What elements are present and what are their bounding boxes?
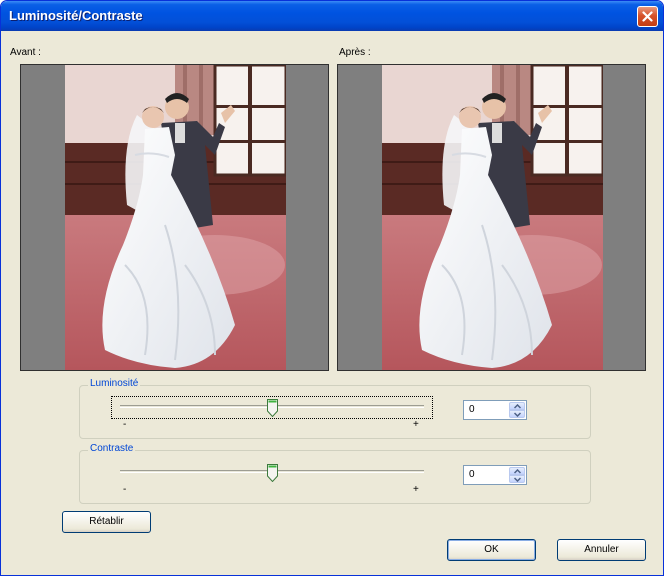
after-preview (337, 64, 646, 371)
brightness-max-label: + (413, 419, 419, 430)
before-label: Avant : (10, 47, 41, 58)
contrast-group: Contraste - + 0 (79, 443, 591, 504)
cancel-button[interactable]: Annuler (557, 539, 646, 561)
contrast-slider[interactable] (112, 462, 432, 483)
reset-button[interactable]: Rétablir (62, 511, 151, 533)
contrast-label: Contraste (88, 443, 136, 454)
contrast-spin-down[interactable] (509, 475, 525, 483)
after-preview-image (382, 65, 603, 370)
contrast-min-label: - (123, 484, 127, 495)
brightness-spin-down[interactable] (509, 410, 525, 418)
brightness-spinbox[interactable]: 0 (463, 400, 527, 420)
contrast-spin-up[interactable] (509, 467, 525, 475)
brightness-label: Luminosité (88, 378, 141, 389)
ok-button[interactable]: OK (447, 539, 536, 561)
slider-thumb-icon[interactable] (266, 399, 278, 417)
spin-down-icon (514, 477, 521, 482)
brightness-group: Luminosité - + 0 (79, 378, 591, 439)
spin-down-icon (514, 412, 521, 417)
brightness-min-label: - (123, 419, 127, 430)
before-preview-image (65, 65, 286, 370)
contrast-spinbox[interactable]: 0 (463, 465, 527, 485)
brightness-contrast-dialog: Luminosité/Contraste Avant : Après : Lum… (0, 0, 664, 576)
contrast-max-label: + (413, 484, 419, 495)
before-preview (20, 64, 329, 371)
slider-thumb-icon[interactable] (266, 464, 278, 482)
after-label: Après : (339, 47, 371, 58)
title-bar[interactable]: Luminosité/Contraste (1, 1, 663, 31)
contrast-value[interactable]: 0 (469, 469, 475, 480)
dialog-title: Luminosité/Contraste (9, 8, 143, 23)
spin-up-icon (514, 469, 521, 474)
brightness-value[interactable]: 0 (469, 404, 475, 415)
spin-up-icon (514, 404, 521, 409)
close-button[interactable] (637, 6, 658, 27)
brightness-slider[interactable] (111, 396, 433, 419)
brightness-spin-up[interactable] (509, 402, 525, 410)
close-icon (642, 11, 653, 22)
